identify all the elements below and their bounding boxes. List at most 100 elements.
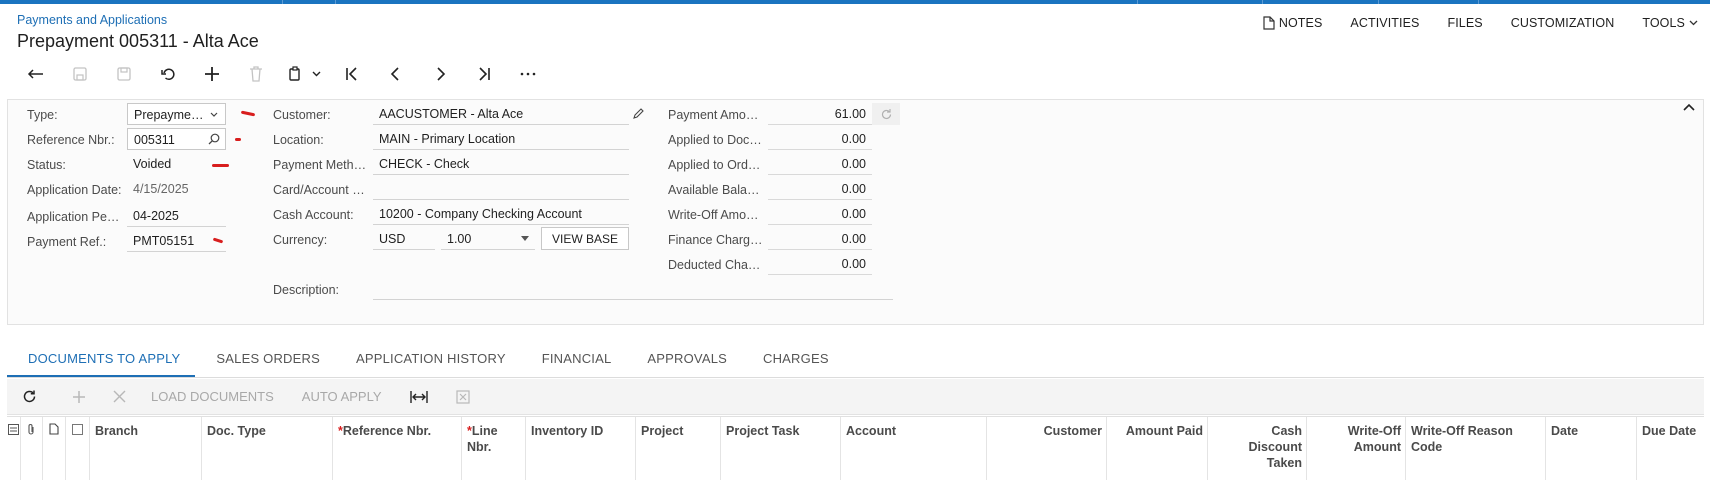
delete-button[interactable] [234, 60, 278, 88]
annotation-mark [212, 164, 229, 167]
available-balance-value: 0.00 [768, 178, 872, 200]
next-record-button[interactable] [418, 60, 462, 88]
refresh-icon [23, 390, 35, 403]
type-select[interactable]: Prepayme… [127, 103, 226, 125]
load-documents-button[interactable]: LOAD DOCUMENTS [151, 382, 274, 412]
reference-nbr-input[interactable]: 005311 [127, 128, 226, 150]
files-link[interactable]: FILES [1447, 16, 1482, 30]
top-accent-bar [0, 0, 1710, 4]
more-button[interactable] [506, 60, 550, 88]
payment-ref-label: Payment Ref.: [27, 235, 107, 249]
col-amount-paid[interactable]: Amount Paid [1107, 417, 1208, 480]
currency-rate-select[interactable]: 1.00 [441, 228, 535, 250]
col-inventory-id[interactable]: Inventory ID [526, 417, 636, 480]
location-input[interactable]: MAIN - Primary Location [373, 128, 629, 150]
tab-application-history[interactable]: APPLICATION HISTORY [335, 345, 521, 377]
cash-account-input[interactable]: 10200 - Company Checking Account [373, 203, 629, 225]
save-icon [117, 67, 131, 81]
activities-link[interactable]: ACTIVITIES [1350, 16, 1419, 30]
export-excel-button[interactable] [448, 382, 478, 412]
col-branch[interactable]: Branch [90, 417, 202, 480]
paperclip-icon [28, 424, 34, 435]
breadcrumb[interactable]: Payments and Applications [17, 13, 167, 27]
deducted-charges-label: Deducted Cha… [668, 258, 761, 272]
row-selector-col[interactable] [7, 417, 21, 480]
close-icon [113, 390, 125, 403]
chevron-up-icon[interactable] [1683, 103, 1695, 111]
tab-charges[interactable]: CHARGES [742, 345, 844, 377]
payment-amount-label: Payment Amo… [668, 108, 759, 122]
refresh-icon [881, 108, 891, 119]
applied-to-documents-value: 0.00 [768, 128, 872, 150]
payment-ref-input[interactable]: PMT05151 [127, 230, 226, 252]
tools-label: TOOLS [1642, 16, 1685, 30]
notes-link[interactable]: NOTES [1263, 16, 1323, 30]
card-account-label: Card/Account … [273, 183, 365, 197]
col-line-nbr[interactable]: *Line Nbr. [462, 417, 526, 480]
previous-record-icon [390, 67, 399, 81]
col-write-off-reason-code[interactable]: Write-Off Reason Code [1406, 417, 1546, 480]
tab-documents-to-apply[interactable]: DOCUMENTS TO APPLY [7, 345, 196, 377]
edit-icon[interactable] [632, 107, 645, 120]
description-input[interactable] [373, 278, 893, 300]
col-project-task[interactable]: Project Task [721, 417, 841, 480]
select-all-checkbox[interactable] [72, 424, 83, 435]
fit-columns-button[interactable] [404, 382, 434, 412]
first-record-icon [346, 67, 357, 81]
previous-record-button[interactable] [374, 60, 418, 88]
back-button[interactable] [14, 60, 58, 88]
grid-delete-button[interactable] [101, 382, 137, 412]
add-button[interactable] [190, 60, 234, 88]
customization-link[interactable]: CUSTOMIZATION [1511, 16, 1615, 30]
tab-financial[interactable]: FINANCIAL [521, 345, 627, 377]
reference-nbr-value: 005311 [134, 133, 175, 147]
last-record-icon [479, 67, 490, 81]
grid-add-button[interactable] [57, 382, 101, 412]
currency-input[interactable]: USD [373, 228, 435, 250]
note-col[interactable] [43, 417, 66, 480]
attachment-col[interactable] [21, 417, 43, 480]
fit-columns-icon [409, 390, 428, 403]
type-label: Type: [27, 108, 58, 122]
payment-amount-input[interactable]: 61.00 [768, 103, 872, 125]
grid-refresh-button[interactable] [17, 382, 41, 412]
first-record-button[interactable] [330, 60, 374, 88]
col-project[interactable]: Project [636, 417, 721, 480]
last-record-button[interactable] [462, 60, 506, 88]
col-reference-nbr[interactable]: *Reference Nbr. [333, 417, 462, 480]
page-title: Prepayment 005311 - Alta Ace [17, 31, 259, 51]
grid-toolbar: LOAD DOCUMENTS AUTO APPLY [7, 379, 1704, 415]
col-date[interactable]: Date [1546, 417, 1637, 480]
undo-button[interactable] [146, 60, 190, 88]
col-cash-discount-taken[interactable]: Cash Discount Taken [1208, 417, 1307, 480]
tab-approvals[interactable]: APPROVALS [626, 345, 742, 377]
tab-sales-orders[interactable]: SALES ORDERS [195, 345, 335, 377]
payment-method-label: Payment Meth… [273, 158, 367, 172]
select-all-col[interactable] [66, 417, 90, 480]
chevron-down-icon [1689, 20, 1698, 26]
save-button[interactable] [102, 60, 146, 88]
available-balance-label: Available Bala… [668, 183, 760, 197]
view-base-button[interactable]: VIEW BASE [541, 227, 629, 250]
search-icon[interactable] [208, 133, 220, 145]
tools-link[interactable]: TOOLS [1642, 16, 1698, 30]
application-period-input[interactable]: 04-2025 [127, 205, 226, 227]
refresh-amount-button[interactable] [872, 103, 900, 125]
customization-label: CUSTOMIZATION [1510, 16, 1615, 30]
col-due-date[interactable]: Due Date [1637, 417, 1704, 480]
application-date-value: 4/15/2025 [133, 182, 189, 196]
auto-apply-button[interactable]: AUTO APPLY [302, 382, 382, 412]
save-close-button[interactable] [58, 60, 102, 88]
col-doc-type[interactable]: Doc. Type [202, 417, 333, 480]
next-record-icon [437, 67, 446, 81]
card-account-input[interactable] [373, 178, 629, 200]
currency-label: Currency: [273, 233, 328, 247]
col-customer[interactable]: Customer [987, 417, 1107, 480]
add-icon [73, 390, 85, 403]
payment-method-input[interactable]: CHECK - Check [373, 153, 629, 175]
col-account[interactable]: Account [841, 417, 987, 480]
application-date-label: Application Date: [27, 183, 122, 197]
col-write-off-amount[interactable]: Write-Off Amount [1307, 417, 1406, 480]
customer-input[interactable]: AACUSTOMER - Alta Ace [373, 103, 629, 125]
copy-paste-button[interactable] [278, 60, 330, 88]
